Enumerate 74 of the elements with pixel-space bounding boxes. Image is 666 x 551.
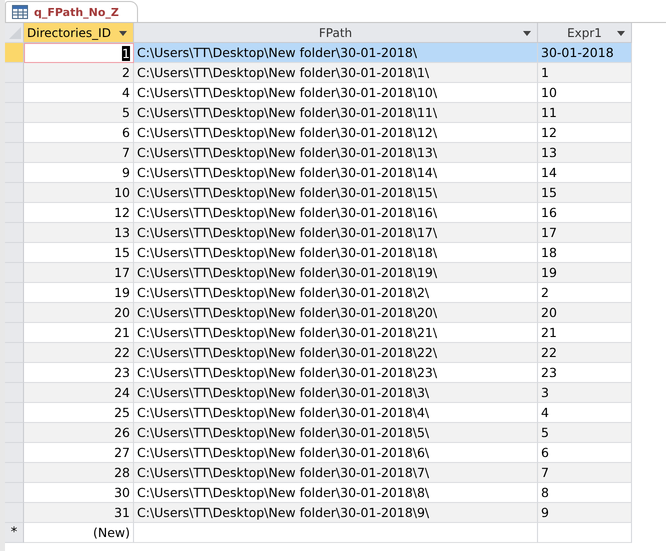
record-selector[interactable] (5, 143, 24, 163)
table-cell: 1 (538, 63, 632, 83)
record-selector[interactable] (5, 483, 24, 503)
table-cell: 9 (538, 503, 632, 523)
table-cell: 30-01-2018 (538, 43, 632, 63)
table-cell: 26 (24, 423, 134, 443)
table-cell: C:\Users\TT\Desktop\New folder\30-01-2018\ (134, 43, 538, 63)
table-cell: C:\Users\TT\Desktop\New folder\30-01-2018\13\ (134, 143, 538, 163)
table-cell: 22 (538, 343, 632, 363)
table-cell: 10 (24, 183, 134, 203)
table-cell: 22 (24, 343, 134, 363)
record-selector[interactable] (5, 303, 24, 323)
table-cell: 5 (24, 103, 134, 123)
table-cell: 19 (538, 263, 632, 283)
column-header[interactable]: FPath (134, 23, 538, 43)
table-cell: C:\Users\TT\Desktop\New folder\30-01-2018\17\ (134, 223, 538, 243)
table-cell: 3 (538, 383, 632, 403)
record-selector[interactable] (5, 363, 24, 383)
record-selector[interactable] (5, 43, 24, 63)
table-cell: C:\Users\TT\Desktop\New folder\30-01-2018\1\ (134, 63, 538, 83)
table-cell: 13 (24, 223, 134, 243)
dropdown-arrow-icon[interactable] (523, 31, 531, 36)
record-selector[interactable] (5, 183, 24, 203)
column-header[interactable]: Directories_ID (24, 23, 134, 43)
table-cell: 7 (538, 463, 632, 483)
new-record-marker[interactable]: * (5, 523, 24, 543)
record-selector[interactable] (5, 443, 24, 463)
table-cell: (New) (24, 523, 134, 543)
record-selector[interactable] (5, 203, 24, 223)
table-cell: 17 (538, 223, 632, 243)
table-cell: C:\Users\TT\Desktop\New folder\30-01-2018\20\ (134, 303, 538, 323)
table-cell: 5 (538, 423, 632, 443)
table-cell: 20 (24, 303, 134, 323)
table-cell: C:\Users\TT\Desktop\New folder\30-01-2018\11\ (134, 103, 538, 123)
table-cell: 1 (24, 43, 134, 63)
record-selector[interactable] (5, 163, 24, 183)
table-cell: 7 (24, 143, 134, 163)
table-cell: 24 (24, 383, 134, 403)
table-cell: 28 (24, 463, 134, 483)
record-selector[interactable] (5, 223, 24, 243)
datasheet-icon (12, 5, 28, 19)
record-selector[interactable] (5, 403, 24, 423)
record-selector[interactable] (5, 63, 24, 83)
dropdown-arrow-icon[interactable] (119, 31, 127, 36)
record-selector[interactable] (5, 323, 24, 343)
record-selector[interactable] (5, 423, 24, 443)
record-selector[interactable] (5, 103, 24, 123)
dropdown-arrow-icon[interactable] (617, 31, 625, 36)
record-selector[interactable] (5, 383, 24, 403)
table-cell: C:\Users\TT\Desktop\New folder\30-01-2018\22\ (134, 343, 538, 363)
record-selector[interactable] (5, 503, 24, 523)
record-selector[interactable] (5, 463, 24, 483)
table-cell: 15 (538, 183, 632, 203)
table-cell: 13 (538, 143, 632, 163)
record-selector[interactable] (5, 123, 24, 143)
table-cell: C:\Users\TT\Desktop\New folder\30-01-2018\5\ (134, 423, 538, 443)
table-cell: 2 (24, 63, 134, 83)
query-tab[interactable]: q_FPath_No_Z (5, 1, 138, 22)
record-selector[interactable] (5, 243, 24, 263)
table-cell: 11 (538, 103, 632, 123)
table-cell: C:\Users\TT\Desktop\New folder\30-01-2018\9\ (134, 503, 538, 523)
table-cell: 20 (538, 303, 632, 323)
record-selector[interactable] (5, 263, 24, 283)
table-cell: 31 (24, 503, 134, 523)
table-cell: C:\Users\TT\Desktop\New folder\30-01-2018\15\ (134, 183, 538, 203)
select-all-corner[interactable] (5, 23, 24, 43)
table-cell: C:\Users\TT\Desktop\New folder\30-01-2018\7\ (134, 463, 538, 483)
table-cell: C:\Users\TT\Desktop\New folder\30-01-2018\3\ (134, 383, 538, 403)
record-selector[interactable] (5, 343, 24, 363)
table-cell: 17 (24, 263, 134, 283)
column-header[interactable]: Expr1 (538, 23, 632, 43)
record-selector[interactable] (5, 283, 24, 303)
record-selector[interactable] (5, 83, 24, 103)
table-cell: C:\Users\TT\Desktop\New folder\30-01-2018\19\ (134, 263, 538, 283)
